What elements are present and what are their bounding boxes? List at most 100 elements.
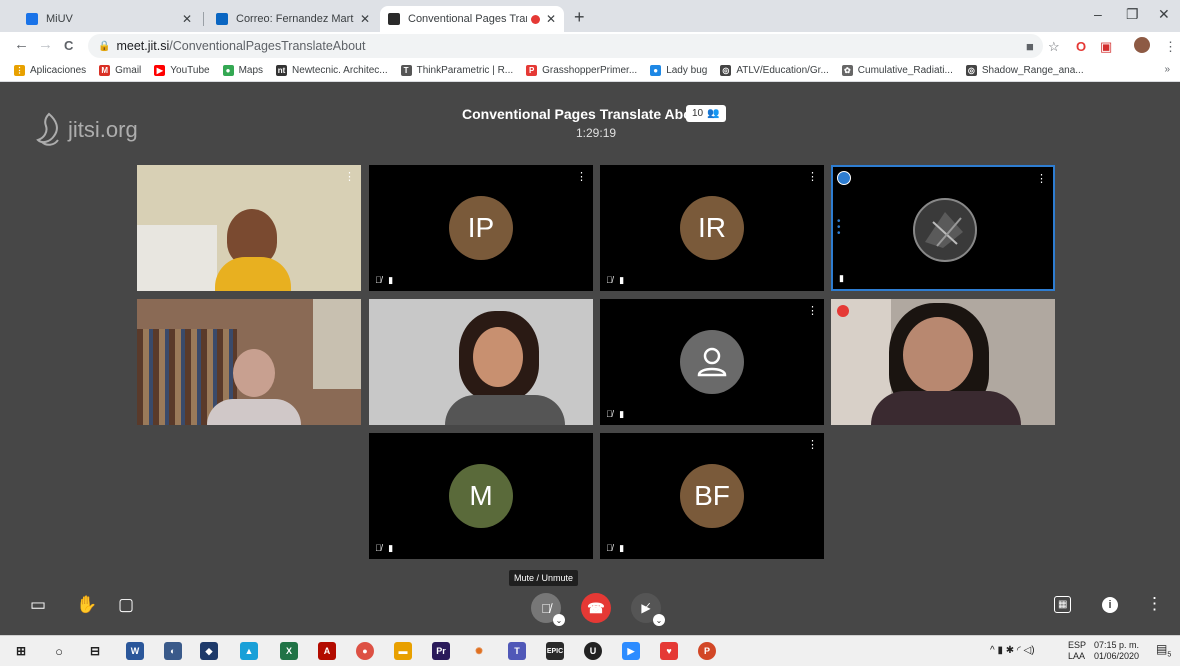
app-icon[interactable]: ✺	[470, 642, 488, 660]
premiere-icon[interactable]: Pr	[432, 642, 450, 660]
participant-video-face	[903, 317, 973, 393]
forward-button[interactable]: →	[38, 36, 53, 53]
epic-games-icon[interactable]: EPIC	[546, 642, 564, 660]
close-window-button[interactable]: ✕	[1158, 6, 1170, 23]
participant-tile-video[interactable]	[831, 299, 1055, 425]
chevron-down-icon[interactable]: ⌄	[553, 614, 565, 626]
new-tab-button[interactable]: +	[574, 8, 585, 26]
powerpoint-icon[interactable]: P	[698, 642, 716, 660]
notification-count: 5	[1167, 651, 1172, 659]
restore-button[interactable]: ❐	[1126, 6, 1139, 23]
participant-tile-ip[interactable]: IP ⋮ 🎙̸ ▮	[369, 165, 593, 291]
windows-start-icon[interactable]: ⊞	[12, 642, 30, 660]
participant-avatar: IR	[680, 196, 744, 260]
participant-tile-video[interactable]	[369, 299, 593, 425]
close-icon[interactable]: ✕	[182, 12, 192, 26]
clock[interactable]: 07:15 p. m. 01/06/2020	[1094, 640, 1139, 662]
bookmark-item[interactable]: P GrasshopperPrimer...	[526, 65, 637, 76]
bookmark-item[interactable]: ● Maps	[222, 65, 263, 76]
bookmark-item[interactable]: ▶ YouTube	[154, 65, 210, 76]
file-explorer-icon[interactable]: ▬	[394, 642, 412, 660]
chrome-icon[interactable]: ●	[356, 642, 374, 660]
participant-tile-default[interactable]: ⋮ 🎙̸ ▮	[600, 299, 824, 425]
tile-menu-icon[interactable]: ⋮	[807, 438, 818, 451]
zoom-icon[interactable]: ▶	[622, 642, 640, 660]
camera-permission-icon[interactable]: ■	[1026, 39, 1034, 54]
bookmark-icon: ●	[222, 65, 234, 76]
minimize-button[interactable]: –	[1094, 6, 1102, 22]
participant-tile-active-speaker[interactable]: • • • ⋮ ▮	[831, 165, 1055, 291]
chevron-down-icon[interactable]: ⌄	[653, 614, 665, 626]
tile-view-icon[interactable]: ▦	[1054, 596, 1072, 613]
participant-tile-ir[interactable]: IR ⋮ 🎙̸ ▮	[600, 165, 824, 291]
tile-menu-icon[interactable]: ⋮	[1036, 172, 1047, 185]
participant-avatar: IP	[449, 196, 513, 260]
bookmark-item[interactable]: T ThinkParametric | R...	[400, 65, 513, 76]
app-icon[interactable]: ▲	[240, 642, 258, 660]
tab-title: Conventional Pages Translat	[408, 13, 527, 25]
raise-hand-icon[interactable]: ✋	[76, 595, 97, 615]
tab-title: MiUV	[46, 13, 73, 25]
participant-count-badge[interactable]: 10 👥	[686, 105, 726, 122]
input-language[interactable]: ESP LAA	[1068, 640, 1086, 662]
url-path: /ConventionalPagesTranslateAbout	[169, 39, 366, 53]
microphone-button[interactable]: 🎙̸ ⌄	[531, 593, 565, 626]
mute-unmute-tooltip: Mute / Unmute	[509, 570, 579, 586]
pocket-extension-icon[interactable]: ▣	[1100, 39, 1112, 55]
chat-icon[interactable]: ▢	[118, 595, 134, 615]
profile-avatar[interactable]	[1134, 37, 1150, 53]
info-icon[interactable]: i	[1102, 597, 1118, 613]
jitsi-favicon-icon	[388, 13, 400, 25]
participant-tile-video[interactable]: ⋮	[137, 165, 361, 291]
reload-button[interactable]: C	[64, 38, 73, 53]
opera-extension-icon[interactable]: O	[1076, 39, 1086, 54]
app-icon[interactable]: U	[584, 642, 602, 660]
tile-menu-icon[interactable]: ⋮	[344, 170, 355, 183]
browser-menu-icon[interactable]: ⋮	[1164, 39, 1177, 55]
word-icon[interactable]: W	[126, 642, 144, 660]
bookmark-item[interactable]: nt Newtecnic. Architec...	[276, 65, 388, 76]
task-view-icon[interactable]: ⊟	[86, 642, 104, 660]
excel-icon[interactable]: X	[280, 642, 298, 660]
tab-correo[interactable]: Correo: Fernandez Martinez Blan ✕	[208, 6, 378, 32]
screenshare-icon[interactable]: ▭	[30, 595, 46, 615]
participant-tile-bf[interactable]: BF ⋮ 🎙̸ ▮	[600, 433, 824, 559]
participant-video-body	[871, 391, 1021, 425]
bookmark-item[interactable]: ◎ ATLV/Education/Gr...	[720, 65, 829, 76]
tray-icons[interactable]: ^ ▮ ✱ ◜ ◁)	[990, 645, 1035, 656]
meeting-timer: 1:29:19	[576, 126, 617, 140]
search-icon[interactable]: ○	[50, 642, 68, 660]
bookmarks-more-icon[interactable]: »	[1164, 64, 1170, 75]
bookmark-icon: ✿	[841, 65, 853, 76]
bookmark-star-icon[interactable]: ☆	[1048, 39, 1060, 55]
tab-miuv[interactable]: MiUV ✕	[18, 6, 200, 32]
phone-hangup-icon: ☎	[587, 599, 605, 616]
tile-menu-icon[interactable]: ⋮	[807, 304, 818, 317]
more-actions-icon[interactable]: ⋮	[1146, 594, 1163, 614]
bookmark-item[interactable]: ◎ Shadow_Range_ana...	[965, 65, 1084, 76]
tab-jitsi[interactable]: Conventional Pages Translat ✕	[380, 6, 564, 32]
back-button[interactable]: ←	[14, 36, 29, 53]
bookmark-label: Newtecnic. Architec...	[292, 65, 388, 76]
bookmark-item[interactable]: ● Lady bug	[650, 65, 707, 76]
pocket-icon[interactable]: ♥	[660, 642, 678, 660]
hangup-button[interactable]: ☎	[581, 593, 611, 623]
notification-icon[interactable]: ▤5	[1156, 643, 1172, 660]
app-icon[interactable]: ◐	[164, 642, 182, 660]
tile-menu-icon[interactable]: ⋮	[576, 170, 587, 183]
participant-count: 10	[692, 108, 704, 119]
bookmark-item[interactable]: M Gmail	[99, 65, 141, 76]
tile-menu-icon[interactable]: ⋮	[807, 170, 818, 183]
participant-tile-video[interactable]	[137, 299, 361, 425]
acrobat-icon[interactable]: A	[318, 642, 336, 660]
close-icon[interactable]: ✕	[360, 12, 370, 26]
bookmark-item[interactable]: ✿ Cumulative_Radiati...	[841, 65, 953, 76]
app-icon[interactable]: ◆	[200, 642, 218, 660]
participant-tile-m[interactable]: M 🎙̸ ▮	[369, 433, 593, 559]
bookmark-item[interactable]: ⋮ Aplicaciones	[14, 65, 86, 76]
address-bar[interactable]: 🔒 meet.jit.si/ConventionalPagesTranslate…	[88, 34, 1043, 58]
teams-icon[interactable]: T	[508, 642, 526, 660]
lock-icon: 🔒	[98, 40, 111, 52]
camera-button[interactable]: ▶̸ ⌄	[631, 593, 665, 626]
close-icon[interactable]: ✕	[546, 12, 556, 26]
